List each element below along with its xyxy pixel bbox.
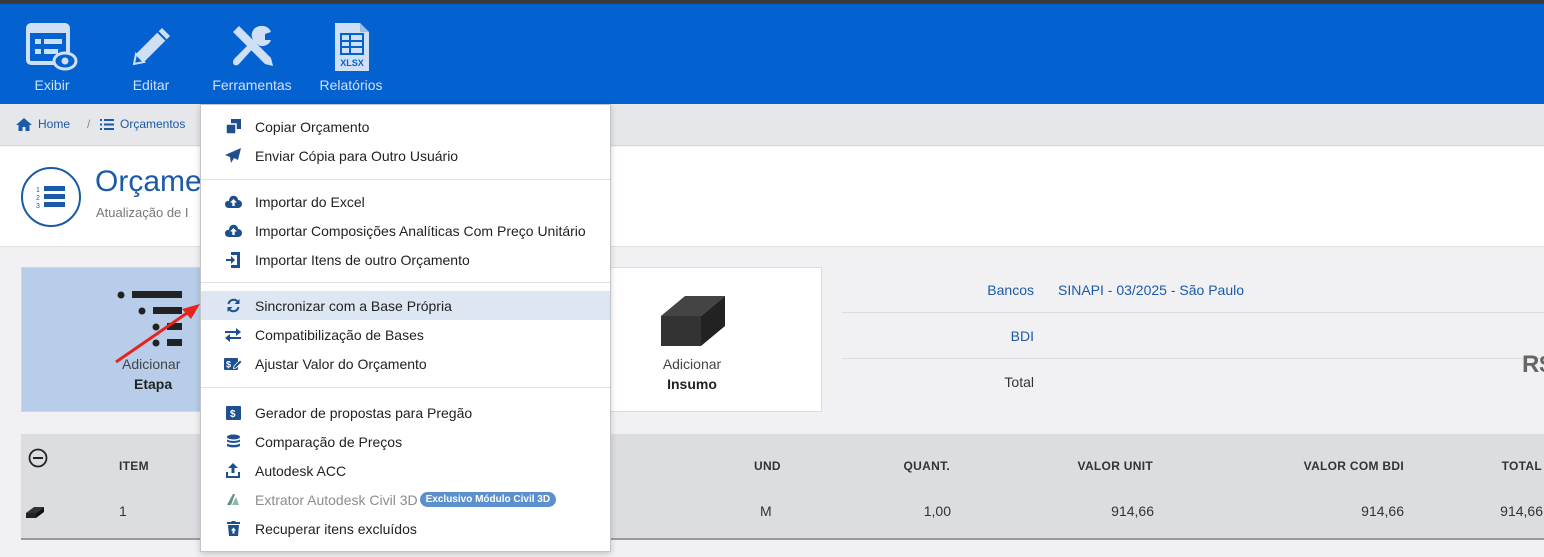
toolbar-tools-label: Ferramentas bbox=[212, 77, 292, 93]
info-row-bancos: Bancos SINAPI - 03/2025 - São Paulo bbox=[842, 267, 1544, 313]
breadcrumb-separator: / bbox=[87, 117, 91, 131]
cell-quant: 1,00 bbox=[923, 503, 951, 519]
col-header-total[interactable]: TOTAL bbox=[1502, 459, 1542, 473]
swap-icon bbox=[224, 326, 242, 344]
toolbar-reports-label: Relatórios bbox=[319, 77, 383, 93]
menu-item-import-compositions[interactable]: Importar Composições Analíticas Com Preç… bbox=[201, 216, 610, 245]
numbered-list-icon: 1 2 3 bbox=[21, 167, 81, 227]
xlsx-icon-text: XLSX bbox=[340, 58, 364, 68]
toolbar-reports-button[interactable]: XLSX Relatórios bbox=[318, 4, 384, 104]
menu-item-label: Compatibilização de Bases bbox=[255, 326, 424, 343]
toolbar-edit-label: Editar bbox=[132, 77, 170, 93]
collapse-all-icon[interactable] bbox=[28, 448, 48, 468]
col-header-valor-bdi[interactable]: VALOR COM BDI bbox=[1304, 459, 1404, 473]
menu-item-sync-base[interactable]: Sincronizar com a Base Própria bbox=[201, 291, 610, 320]
info-row-bdi: BDI bbox=[842, 313, 1544, 359]
tools-icon bbox=[233, 25, 273, 66]
toolbar-view-button[interactable]: Exibir bbox=[24, 4, 80, 104]
sync-icon bbox=[224, 297, 242, 315]
cell-und: M bbox=[760, 503, 772, 519]
page-subtitle: Atualização de I bbox=[96, 205, 189, 220]
view-icon bbox=[26, 23, 78, 71]
menu-item-label: Ajustar Valor do Orçamento bbox=[255, 355, 427, 372]
menu-item-label: Comparação de Preços bbox=[255, 433, 403, 450]
menu-item-label: Importar Composições Analíticas Com Preç… bbox=[255, 222, 586, 239]
col-header-quant[interactable]: QUANT. bbox=[904, 459, 950, 473]
col-header-valor-unit[interactable]: VALOR UNIT bbox=[1078, 459, 1153, 473]
trash-restore-icon bbox=[224, 520, 242, 538]
breadcrumb-orcamentos[interactable]: Orçamentos bbox=[100, 117, 185, 131]
bancos-label: Bancos bbox=[987, 282, 1034, 298]
cell-valor-bdi: 914,66 bbox=[1361, 503, 1404, 519]
upload-icon bbox=[224, 462, 242, 480]
menu-item-copy-budget[interactable]: Copiar Orçamento bbox=[201, 112, 610, 141]
breadcrumb-home[interactable]: Home bbox=[16, 117, 70, 131]
menu-item-label: Gerador de propostas para Pregão bbox=[255, 404, 473, 421]
menu-item-import-excel[interactable]: Importar do Excel bbox=[201, 187, 610, 216]
col-header-item[interactable]: ITEM bbox=[119, 459, 149, 473]
svg-text:2: 2 bbox=[36, 195, 40, 202]
xlsx-icon: XLSX bbox=[335, 23, 369, 71]
proposal-icon: $ bbox=[224, 404, 242, 422]
list-icon bbox=[100, 118, 114, 130]
svg-text:$: $ bbox=[226, 359, 231, 369]
menu-item-compatibilize[interactable]: Compatibilização de Bases bbox=[201, 320, 610, 349]
civil3d-exclusive-badge: Exclusivo Módulo Civil 3D bbox=[419, 492, 557, 507]
autodesk-icon bbox=[224, 491, 242, 509]
menu-item-adjust-value[interactable]: $ Ajustar Valor do Orçamento bbox=[201, 349, 610, 378]
main-toolbar: Exibir Editar Ferramentas XLSX Relatório… bbox=[0, 4, 1544, 104]
menu-item-civil3d-extractor: Extrator Autodesk Civil 3D Exclusivo Mód… bbox=[201, 485, 610, 514]
svg-text:3: 3 bbox=[36, 203, 40, 209]
budget-info-panel: Bancos SINAPI - 03/2025 - São Paulo BDI … bbox=[842, 267, 1544, 407]
menu-divider bbox=[201, 179, 610, 180]
bdi-label: BDI bbox=[1010, 328, 1034, 344]
svg-text:1: 1 bbox=[36, 187, 40, 194]
brick-row-icon bbox=[26, 507, 44, 518]
brick-icon bbox=[661, 296, 725, 346]
svg-text:$: $ bbox=[230, 409, 236, 420]
total-value: R$ bbox=[1522, 351, 1544, 378]
coins-icon bbox=[224, 433, 242, 451]
menu-item-import-items[interactable]: Importar Itens de outro Orçamento bbox=[201, 245, 610, 274]
send-icon bbox=[224, 147, 242, 165]
menu-item-send-copy[interactable]: Enviar Cópia para Outro Usuário bbox=[201, 141, 610, 170]
import-icon bbox=[224, 251, 242, 269]
breadcrumb-home-label: Home bbox=[38, 117, 71, 131]
menu-item-label: Importar do Excel bbox=[255, 193, 365, 210]
pencil-icon bbox=[132, 28, 170, 66]
menu-item-label: Extrator Autodesk Civil 3D bbox=[255, 491, 418, 508]
menu-item-label: Recuperar itens excluídos bbox=[255, 520, 417, 537]
bancos-value[interactable]: SINAPI - 03/2025 - São Paulo bbox=[1058, 282, 1244, 298]
toolbar-view-label: Exibir bbox=[34, 77, 70, 93]
menu-item-label: Autodesk ACC bbox=[255, 462, 347, 479]
total-label: Total bbox=[1004, 374, 1034, 390]
menu-divider bbox=[201, 387, 610, 388]
info-row-total: Total bbox=[842, 359, 1544, 405]
annotation-arrow bbox=[115, 304, 200, 364]
menu-item-proposal-generator[interactable]: $ Gerador de propostas para Pregão bbox=[201, 398, 610, 427]
tools-dropdown-menu: Copiar Orçamento Enviar Cópia para Outro… bbox=[200, 104, 611, 552]
breadcrumb-orcamentos-label: Orçamentos bbox=[120, 117, 186, 131]
col-header-und[interactable]: UND bbox=[754, 459, 781, 473]
add-stage-label-bold: Etapa bbox=[134, 376, 173, 392]
menu-item-recover-deleted[interactable]: Recuperar itens excluídos bbox=[201, 514, 610, 543]
menu-item-label: Enviar Cópia para Outro Usuário bbox=[255, 147, 459, 164]
menu-item-autodesk-acc[interactable]: Autodesk ACC bbox=[201, 456, 610, 485]
menu-item-price-comparison[interactable]: Comparação de Preços bbox=[201, 427, 610, 456]
copy-icon bbox=[224, 118, 242, 136]
cloud-upload-icon bbox=[224, 222, 242, 240]
toolbar-tools-button[interactable]: Ferramentas bbox=[212, 4, 292, 104]
cell-item: 1 bbox=[119, 503, 127, 519]
adjust-value-icon: $ bbox=[224, 355, 242, 373]
cloud-upload-icon bbox=[224, 193, 242, 211]
menu-item-label: Sincronizar com a Base Própria bbox=[255, 297, 452, 314]
menu-divider bbox=[201, 282, 610, 283]
toolbar-edit-button[interactable]: Editar bbox=[123, 4, 179, 104]
menu-item-label: Copiar Orçamento bbox=[255, 118, 370, 135]
menu-item-label: Importar Itens de outro Orçamento bbox=[255, 251, 470, 268]
cell-valor-unit: 914,66 bbox=[1111, 503, 1154, 519]
home-icon bbox=[16, 117, 32, 131]
cell-total: 914,66 bbox=[1500, 503, 1543, 519]
page-title: Orçame bbox=[95, 165, 202, 198]
